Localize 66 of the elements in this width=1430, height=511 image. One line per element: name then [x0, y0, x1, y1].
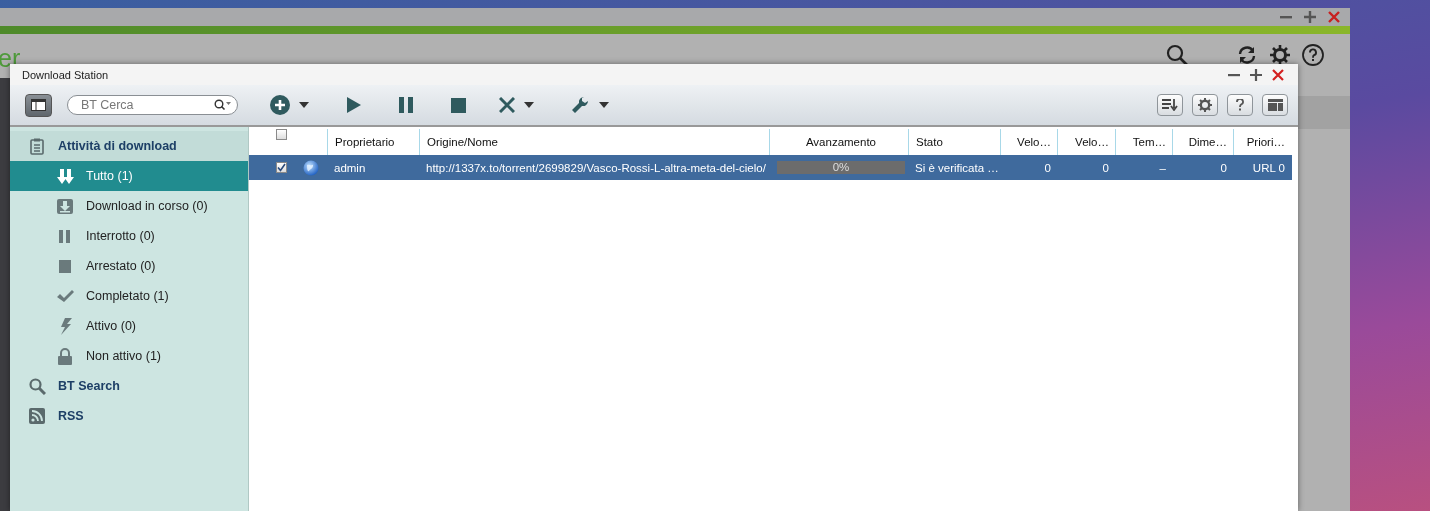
- stop-icon: [451, 97, 466, 113]
- sidebar-item[interactable]: BT Search: [10, 371, 248, 401]
- sidebar-item[interactable]: Interrotto (0): [10, 221, 248, 251]
- plus-icon[interactable]: [1250, 68, 1262, 81]
- help-icon[interactable]: [1236, 99, 1244, 111]
- sidebar-item[interactable]: Attivo (0): [10, 311, 248, 341]
- settings-icon[interactable]: [1198, 98, 1212, 112]
- table-cell-text: Si è verificata …: [914, 161, 1000, 174]
- download-tray-icon: [57, 197, 74, 215]
- table-cell-text: admin: [333, 161, 367, 174]
- add-button[interactable]: [270, 95, 290, 115]
- table-cell-text: 0: [1043, 161, 1052, 174]
- double-down-arrow-icon: [57, 167, 74, 185]
- stop-icon: [57, 257, 74, 275]
- table-cell-text: http://1337x.to/torrent/2699829/Vasco-Rossi-L-altra-meta-del-cielo/: [425, 161, 767, 174]
- caret-icon[interactable]: [599, 102, 609, 108]
- globe-icon: [303, 159, 319, 176]
- plus-icon[interactable]: [1304, 11, 1316, 23]
- table-cell-text: 0: [1101, 161, 1110, 174]
- remove-button[interactable]: [499, 97, 515, 113]
- tools-button[interactable]: [571, 95, 590, 115]
- checkbox[interactable]: [276, 129, 287, 140]
- refresh-icon[interactable]: [1238, 46, 1256, 64]
- pause-icon: [399, 97, 413, 113]
- caret-icon[interactable]: [299, 102, 309, 108]
- help-icon[interactable]: [1302, 44, 1324, 66]
- search-icon[interactable]: [1166, 44, 1188, 66]
- sort-button[interactable]: [1157, 94, 1183, 116]
- checkmark-icon: [57, 287, 74, 305]
- sidebar-item[interactable]: Completato (1): [10, 281, 248, 311]
- caret-icon[interactable]: [524, 102, 534, 108]
- search-icon[interactable]: [214, 99, 231, 111]
- add-icon: [270, 95, 290, 115]
- clipboard-icon: [29, 137, 46, 155]
- settings-button[interactable]: [1192, 94, 1218, 116]
- table-row[interactable]: admin http://1337x.to/torrent/2699829/Vasco-Rossi-L-altra-meta-del-cielo/ 0% Si è verificata … 0 0 – 0 URL 0: [249, 155, 1292, 180]
- search-field[interactable]: BT Cerca: [67, 95, 238, 115]
- panel-layout-button[interactable]: [1262, 94, 1288, 116]
- sidebar-item[interactable]: Non attivo (1): [10, 341, 248, 371]
- checkbox[interactable]: [276, 162, 287, 173]
- sort-icon[interactable]: [1162, 99, 1178, 111]
- table-cell-text: –: [1158, 161, 1167, 174]
- sidebar-item[interactable]: Tutto (1): [10, 161, 248, 191]
- window-title: Download Station: [22, 68, 110, 81]
- stop-button[interactable]: [451, 97, 466, 113]
- sidebar-item[interactable]: Download in corso (0): [10, 191, 248, 221]
- sidebar-item[interactable]: Attività di download: [10, 131, 248, 161]
- table-cell-text: 0: [1219, 161, 1228, 174]
- settings-icon[interactable]: [1270, 45, 1290, 65]
- panel-layout-icon[interactable]: [1267, 99, 1283, 111]
- wrench-icon: [571, 95, 590, 115]
- layout-button[interactable]: [25, 93, 52, 117]
- table-cell-text: URL 0: [1251, 161, 1286, 174]
- rss-icon: [29, 407, 46, 425]
- start-button[interactable]: [347, 97, 361, 113]
- padlock-icon: [57, 347, 74, 365]
- cross-icon: [499, 97, 515, 113]
- progress-text: 0%: [831, 161, 851, 174]
- close-icon[interactable]: [1272, 68, 1284, 81]
- search-icon: [29, 377, 46, 395]
- help-button[interactable]: [1227, 94, 1253, 116]
- sidebar-item[interactable]: RSS: [10, 401, 248, 431]
- layout-icon[interactable]: [31, 99, 46, 111]
- sidebar-item[interactable]: Arrestato (0): [10, 251, 248, 281]
- play-icon: [347, 97, 361, 113]
- pause-button[interactable]: [399, 97, 413, 113]
